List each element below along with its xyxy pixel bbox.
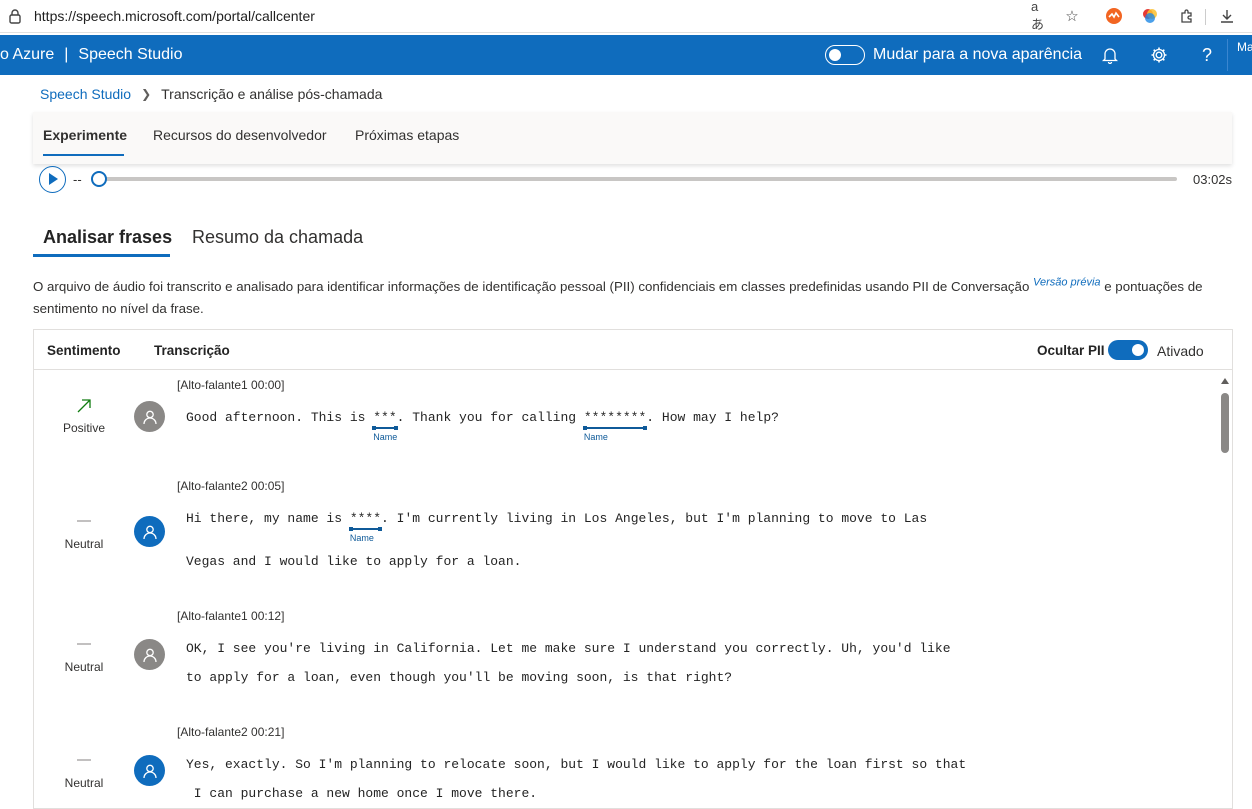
audio-progress-track[interactable] bbox=[99, 177, 1177, 181]
browser-toolbar: https://speech.microsoft.com/portal/call… bbox=[0, 0, 1252, 33]
transcript-panel: Sentimento Transcrição Ocultar PII Ativa… bbox=[33, 329, 1233, 809]
column-sentiment: Sentimento bbox=[47, 343, 121, 358]
hide-pii-toggle[interactable] bbox=[1108, 340, 1148, 360]
extension-orange-icon[interactable] bbox=[1104, 6, 1124, 26]
sentiment-neutral-dash-icon bbox=[77, 759, 91, 761]
person-icon bbox=[142, 764, 157, 778]
sentiment-positive-arrow-icon bbox=[77, 399, 91, 413]
speaker-avatar bbox=[134, 755, 165, 786]
speaker-avatar bbox=[134, 401, 165, 432]
pii-masked-text: *** bbox=[373, 410, 397, 425]
sentiment-label: Neutral bbox=[64, 537, 104, 551]
player-duration: 03:02s bbox=[1193, 172, 1233, 187]
read-aloud-icon[interactable]: aあ bbox=[1031, 0, 1051, 32]
description-text-before: O arquivo de áudio foi transcrito e anal… bbox=[33, 279, 1034, 294]
pii-redaction[interactable]: ******** Name bbox=[582, 410, 648, 442]
audio-progress-thumb[interactable] bbox=[91, 171, 107, 187]
breadcrumb: Speech Studio ❯ Transcrição e análise pó… bbox=[40, 86, 382, 102]
help-question-icon[interactable]: ? bbox=[1196, 44, 1218, 66]
preview-badge: Versão prévia bbox=[1033, 276, 1101, 289]
sentiment-neutral-dash-icon bbox=[77, 520, 91, 522]
transcript-line: OK, I see you're living in California. L… bbox=[186, 641, 951, 656]
transcript-line: to apply for a loan, even though you'll … bbox=[186, 670, 733, 685]
transcript-header: Sentimento Transcrição Ocultar PII Ativa… bbox=[34, 330, 1232, 370]
settings-gear-icon[interactable] bbox=[1148, 44, 1170, 66]
sentiment-label: Neutral bbox=[64, 660, 104, 674]
speaker-avatar bbox=[134, 516, 165, 547]
speaker-timestamp: [Alto-falante1 00:00] bbox=[177, 378, 285, 392]
analysis-tab-indicator bbox=[33, 254, 170, 257]
extensions-puzzle-icon[interactable] bbox=[1177, 6, 1197, 26]
tab-proximas-etapas[interactable]: Próximas etapas bbox=[355, 127, 459, 143]
sentiment-label: Positive bbox=[62, 421, 106, 435]
text-segment: . I'm currently living in Los Angeles, b… bbox=[381, 511, 928, 526]
player-current-time: -- bbox=[73, 172, 82, 187]
pii-masked-text: **** bbox=[349, 511, 382, 526]
address-bar-url[interactable]: https://speech.microsoft.com/portal/call… bbox=[34, 8, 315, 24]
transcript-line: I can purchase a new home once I move th… bbox=[186, 786, 538, 801]
app-header: o Azure | Speech Studio Mudar para a nova … bbox=[0, 35, 1252, 75]
transcript-line: Hi there, my name is **** Name . I'm curre… bbox=[186, 511, 928, 543]
lock-icon bbox=[9, 9, 21, 24]
text-segment: Hi there, my name is bbox=[186, 511, 350, 526]
text-segment: . Thank you for calling bbox=[396, 410, 584, 425]
breadcrumb-speech-studio[interactable]: Speech Studio bbox=[40, 86, 131, 102]
tab-analisar-frases[interactable]: Analisar frases bbox=[43, 227, 172, 248]
analysis-description: O arquivo de áudio foi transcrito e anal… bbox=[33, 276, 1233, 320]
tab-experimente[interactable]: Experimente bbox=[43, 127, 127, 143]
brand-separator: | bbox=[64, 46, 69, 63]
pii-tag: Name bbox=[373, 432, 398, 442]
brand-speech-studio[interactable]: Speech Studio bbox=[78, 46, 182, 63]
speaker-timestamp: [Alto-falante1 00:12] bbox=[177, 609, 285, 623]
account-name-truncated[interactable]: Ma bbox=[1237, 40, 1252, 54]
person-icon bbox=[142, 410, 157, 424]
pii-tag: Name bbox=[583, 432, 608, 442]
active-tab-indicator bbox=[43, 154, 124, 156]
speaker-timestamp: [Alto-falante2 00:21] bbox=[177, 725, 285, 739]
brand: o Azure | Speech Studio bbox=[0, 46, 183, 64]
play-icon bbox=[49, 173, 58, 185]
sentiment-neutral-dash-icon bbox=[77, 643, 91, 645]
pii-underline bbox=[348, 527, 383, 531]
new-look-toggle[interactable] bbox=[825, 45, 865, 65]
speaker-timestamp: [Alto-falante2 00:05] bbox=[177, 479, 285, 493]
scrollbar-thumb[interactable] bbox=[1221, 393, 1229, 453]
text-segment: . How may I help? bbox=[646, 410, 779, 425]
brand-azure[interactable]: o Azure bbox=[0, 46, 54, 63]
pii-redaction[interactable]: *** Name bbox=[372, 410, 399, 442]
person-icon bbox=[142, 648, 157, 662]
transcript-line: Vegas and I would like to apply for a lo… bbox=[186, 554, 522, 569]
new-look-label: Mudar para a nova aparência bbox=[873, 46, 1083, 63]
hide-pii-label: Ocultar PII bbox=[1037, 343, 1105, 358]
text-segment: Good afternoon. This is bbox=[186, 410, 374, 425]
pii-underline bbox=[372, 426, 399, 430]
play-button[interactable] bbox=[39, 166, 66, 193]
notifications-bell-icon[interactable] bbox=[1099, 44, 1121, 66]
downloads-icon[interactable] bbox=[1217, 6, 1237, 26]
pii-underline bbox=[582, 426, 648, 430]
transcript-line: Good afternoon. This is *** Name . Thank y… bbox=[186, 410, 779, 442]
header-divider bbox=[1227, 39, 1228, 71]
pii-redaction[interactable]: **** Name bbox=[348, 511, 383, 543]
sentiment-label: Neutral bbox=[64, 776, 104, 790]
speaker-avatar bbox=[134, 639, 165, 670]
pii-masked-text: ******** bbox=[583, 410, 647, 425]
hide-pii-state: Ativado bbox=[1157, 343, 1204, 359]
transcript-line: Yes, exactly. So I'm planning to relocat… bbox=[186, 757, 967, 772]
breadcrumb-current: Transcrição e análise pós-chamada bbox=[161, 86, 383, 102]
extension-color-icon[interactable] bbox=[1140, 6, 1160, 26]
tab-resumo-chamada[interactable]: Resumo da chamada bbox=[192, 227, 363, 248]
column-transcription: Transcrição bbox=[154, 343, 230, 358]
top-tabs-panel: Experimente Recursos do desenvolvedor Pr… bbox=[33, 112, 1232, 164]
tab-recursos-desenvolvedor[interactable]: Recursos do desenvolvedor bbox=[153, 127, 327, 143]
toolbar-divider bbox=[1205, 9, 1206, 25]
scroll-up-arrow-icon[interactable] bbox=[1221, 378, 1229, 384]
favorite-star-icon[interactable]: ☆ bbox=[1062, 6, 1082, 26]
person-icon bbox=[142, 525, 157, 539]
chevron-right-icon: ❯ bbox=[141, 87, 152, 101]
pii-tag: Name bbox=[349, 533, 374, 543]
